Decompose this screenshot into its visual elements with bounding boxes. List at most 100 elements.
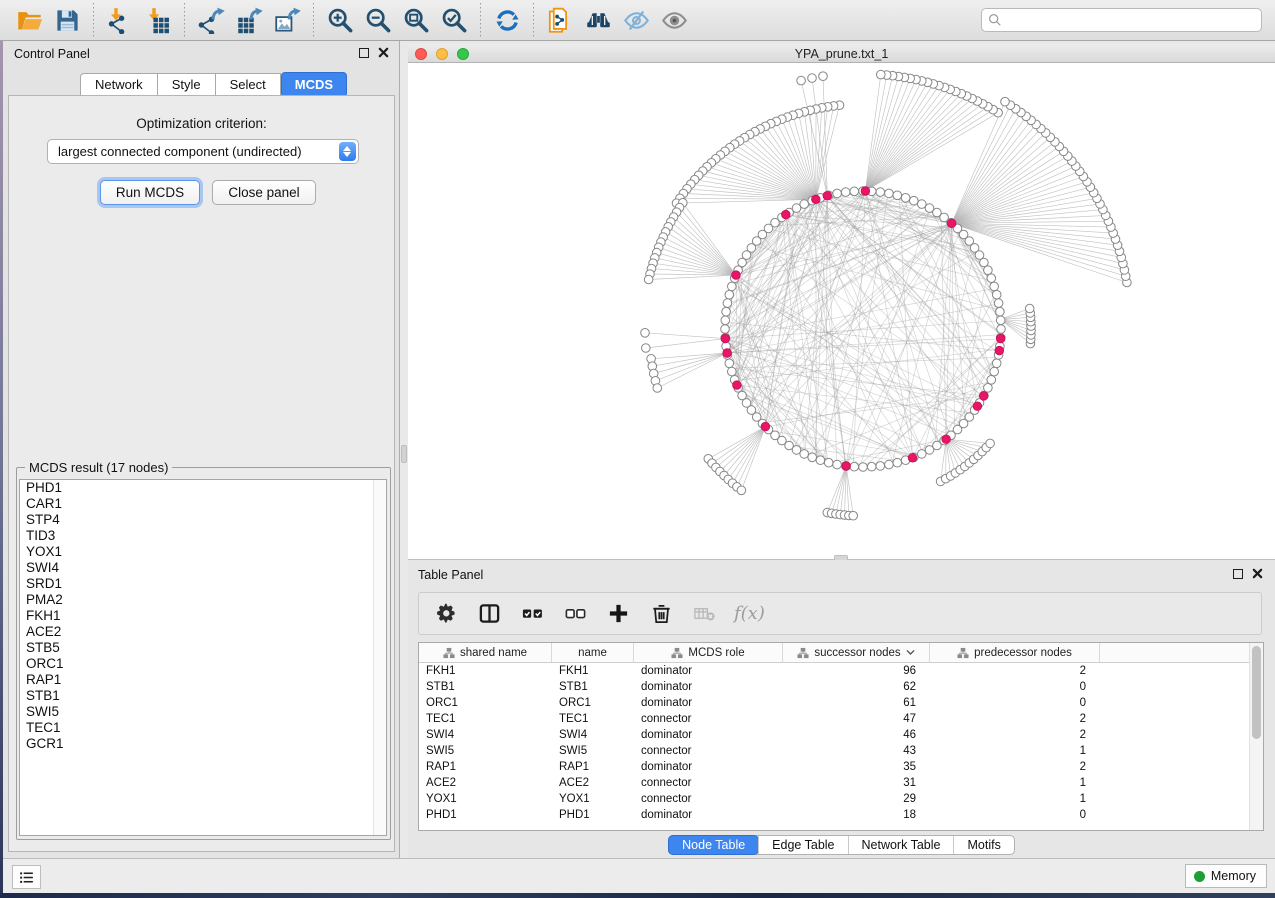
network-canvas[interactable] <box>408 63 1275 560</box>
table-row[interactable]: FKH1FKH1dominator962 <box>419 663 1249 679</box>
cell-mcds_role: connector <box>634 713 783 725</box>
mcds-result-item[interactable]: SWI5 <box>20 704 386 720</box>
mcds-result-item[interactable]: RAP1 <box>20 672 386 688</box>
mcds-result-item[interactable]: SWI4 <box>20 560 386 576</box>
mcds-result-item[interactable]: GCR1 <box>20 736 386 752</box>
mcds-result-item[interactable]: PMA2 <box>20 592 386 608</box>
close-panel-icon[interactable] <box>378 47 389 58</box>
mcds-result-item[interactable]: CAR1 <box>20 496 386 512</box>
cell-successor_nodes: 61 <box>783 697 930 709</box>
mcds-result-item[interactable]: ORC1 <box>20 656 386 672</box>
column-header-shared-name[interactable]: shared name <box>419 643 552 662</box>
table-row[interactable]: PHD1PHD1dominator180 <box>419 807 1249 823</box>
refresh-icon <box>494 7 521 34</box>
table-row[interactable]: SWI4SWI4dominator462 <box>419 727 1249 743</box>
export-image-button[interactable] <box>268 3 306 37</box>
select-all-rows-button[interactable] <box>519 601 545 627</box>
column-header-predecessor-nodes[interactable]: predecessor nodes <box>930 643 1100 662</box>
show-hidden-button[interactable] <box>655 3 693 37</box>
float-panel-icon[interactable] <box>359 48 369 58</box>
eye-slash-icon <box>623 7 650 34</box>
column-header-MCDS-role[interactable]: MCDS role <box>634 643 783 662</box>
tab-select[interactable]: Select <box>216 73 281 96</box>
toolbar-separator <box>93 3 94 37</box>
export-network-button[interactable] <box>192 3 230 37</box>
close-table-panel-icon[interactable] <box>1252 568 1263 579</box>
table-row[interactable]: SWI5SWI5connector431 <box>419 743 1249 759</box>
close-panel-button[interactable]: Close panel <box>212 180 316 205</box>
mcds-result-item[interactable]: STB1 <box>20 688 386 704</box>
mcds-result-item[interactable]: STP4 <box>20 512 386 528</box>
tab-motifs[interactable]: Motifs <box>953 836 1013 854</box>
save-session-button[interactable] <box>48 3 86 37</box>
open-session-button[interactable] <box>10 3 48 37</box>
mcds-result-item[interactable]: TID3 <box>20 528 386 544</box>
tab-network-table[interactable]: Network Table <box>848 836 954 854</box>
hide-selected-button[interactable] <box>617 3 655 37</box>
toggle-panel-mode-button[interactable] <box>476 601 502 627</box>
tab-node-table[interactable]: Node Table <box>668 835 759 855</box>
table-scrollbar[interactable] <box>1249 643 1263 830</box>
column-header-name[interactable]: name <box>552 643 634 662</box>
zoom-in-button[interactable] <box>321 3 359 37</box>
table-scrollbar-thumb[interactable] <box>1252 646 1261 739</box>
find-neighbors-button[interactable] <box>579 3 617 37</box>
network-from-selection-button[interactable] <box>541 3 579 37</box>
table-row[interactable]: YOX1YOX1connector291 <box>419 791 1249 807</box>
memory-button[interactable]: Memory <box>1185 864 1267 888</box>
sort-indicator-icon <box>906 649 915 656</box>
column-header-successor-nodes[interactable]: successor nodes <box>783 643 930 662</box>
desktop: Control Panel NetworkStyleSelectMCDS Opt… <box>0 0 1275 898</box>
zoom-out-button[interactable] <box>359 3 397 37</box>
splitter-grip-icon[interactable] <box>401 445 407 463</box>
cell-shared_name: FKH1 <box>419 665 552 677</box>
panel-splitter-vertical[interactable] <box>400 41 408 858</box>
run-mcds-button[interactable]: Run MCDS <box>100 180 200 205</box>
tab-edge-table[interactable]: Edge Table <box>758 836 847 854</box>
mcds-list-scrollbar[interactable] <box>373 480 386 835</box>
cell-mcds_role: connector <box>634 793 783 805</box>
mcds-result-item[interactable]: FKH1 <box>20 608 386 624</box>
memory-status-icon <box>1194 871 1205 882</box>
float-table-panel-icon[interactable] <box>1233 569 1243 579</box>
zoom-fit-button[interactable] <box>397 3 435 37</box>
export-table-button[interactable] <box>230 3 268 37</box>
table-tabs-bar: Node TableEdge TableNetwork TableMotifs <box>408 835 1275 855</box>
network-window-titlebar[interactable]: YPA_prune.txt_1 <box>408 44 1275 63</box>
hierarchy-icon <box>671 647 683 659</box>
mcds-result-item[interactable]: ACE2 <box>20 624 386 640</box>
table-row[interactable]: ACE2ACE2connector311 <box>419 775 1249 791</box>
table-settings-button[interactable] <box>433 601 459 627</box>
table-row[interactable]: RAP1RAP1dominator352 <box>419 759 1249 775</box>
table-row[interactable]: TEC1TEC1connector472 <box>419 711 1249 727</box>
task-history-button[interactable] <box>12 865 41 889</box>
tab-network[interactable]: Network <box>80 73 158 96</box>
table-row[interactable]: STB1STB1dominator620 <box>419 679 1249 695</box>
search-input[interactable] <box>981 8 1262 32</box>
import-table-button[interactable] <box>139 3 177 37</box>
add-column-button[interactable] <box>605 601 631 627</box>
table-toolbar: f(x) <box>418 592 1262 635</box>
mcds-result-list[interactable]: PHD1CAR1STP4TID3YOX1SWI4SRD1PMA2FKH1ACE2… <box>19 479 387 836</box>
tab-style[interactable]: Style <box>158 73 216 96</box>
import-network-button[interactable] <box>101 3 139 37</box>
delete-column-button[interactable] <box>648 601 674 627</box>
mcds-result-item[interactable]: PHD1 <box>20 480 386 496</box>
cell-predecessor_nodes: 2 <box>930 729 1100 741</box>
zoom-selected-button[interactable] <box>435 3 473 37</box>
table-row[interactable]: ORC1ORC1dominator610 <box>419 695 1249 711</box>
export-table-icon <box>236 7 263 34</box>
cell-shared_name: STB1 <box>419 681 552 693</box>
mcds-result-item[interactable]: YOX1 <box>20 544 386 560</box>
cell-name: TEC1 <box>552 713 634 725</box>
criterion-dropdown[interactable]: largest connected component (undirected) <box>47 139 359 164</box>
mcds-result-item[interactable]: SRD1 <box>20 576 386 592</box>
mcds-result-item[interactable]: STB5 <box>20 640 386 656</box>
tab-mcds[interactable]: MCDS <box>281 72 347 97</box>
node-table-header: shared namenameMCDS rolesuccessor nodesp… <box>419 643 1249 663</box>
cell-predecessor_nodes: 1 <box>930 777 1100 789</box>
refresh-layout-button[interactable] <box>488 3 526 37</box>
mcds-result-item[interactable]: TEC1 <box>20 720 386 736</box>
deselect-all-rows-button[interactable] <box>562 601 588 627</box>
network-graph[interactable] <box>408 63 1275 560</box>
